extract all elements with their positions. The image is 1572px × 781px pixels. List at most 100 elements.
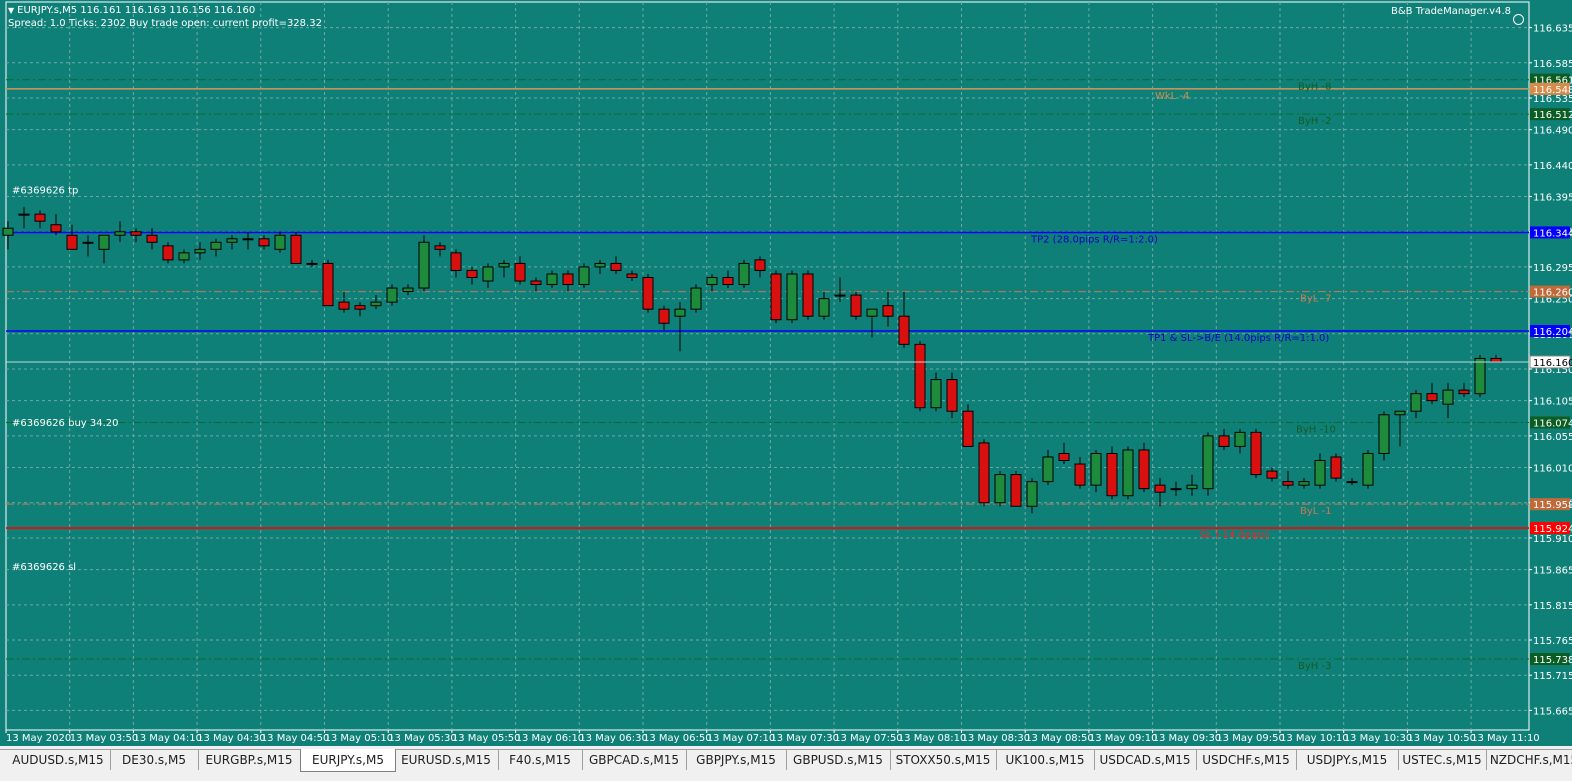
candle-bull xyxy=(1186,484,1198,490)
tab-gbpcad-s-m15[interactable]: GBPCAD.s,M15 xyxy=(582,750,687,770)
candle-bull xyxy=(706,276,718,286)
x-tick-label: 13 May 10:50 xyxy=(1407,733,1476,744)
tab-audusd-s-m15[interactable]: AUDUSD.s,M15 xyxy=(6,750,111,770)
candle-bear xyxy=(1058,452,1070,462)
ea-brand: B&B TradeManager.v4.8☺ xyxy=(1391,6,1524,25)
candle-bear xyxy=(322,262,334,307)
price-tag-label: 115.958 xyxy=(1533,500,1572,511)
candle-bear xyxy=(50,224,62,233)
candle-bull xyxy=(834,294,846,297)
x-tick-label: 13 May 09:50 xyxy=(1216,733,1285,744)
tab-eurgbp-s-m15[interactable]: EURGBP.s,M15 xyxy=(198,750,301,770)
price-tag-label: 116.548 xyxy=(1533,85,1572,96)
candle-bear xyxy=(258,238,270,247)
x-tick-label: 13 May 05:50 xyxy=(452,733,521,744)
candle-bull xyxy=(674,308,686,317)
tab-f40-s-m15[interactable]: F40.s,M15 xyxy=(498,750,583,770)
x-tick-label: 13 May 05:30 xyxy=(388,733,457,744)
candle-bull xyxy=(306,262,318,265)
level-label: SL (-14.0pips) xyxy=(1200,530,1270,541)
x-tick-label: 13 May 05:10 xyxy=(325,733,394,744)
tab-de30-s-m5[interactable]: DE30.s,M5 xyxy=(110,750,199,770)
candle-bear xyxy=(514,262,526,282)
price-chart[interactable]: 116.635116.585116.535116.490116.440116.3… xyxy=(0,0,1572,746)
candle-bull xyxy=(866,308,878,317)
y-tick-label: 115.910 xyxy=(1533,534,1572,545)
candle-bear xyxy=(802,273,814,317)
tab-usdchf-s-m15[interactable]: USDCHF.s,M15 xyxy=(1196,750,1297,770)
tab-usdjpy-s-m15[interactable]: USDJPY.s,M15 xyxy=(1296,750,1399,770)
x-tick-label: 13 May 06:30 xyxy=(579,733,648,744)
tab-nzdchf-s-m15[interactable]: NZDCHF.s,M15 xyxy=(1486,750,1572,770)
x-tick-label: 13 May 09:10 xyxy=(1089,733,1158,744)
candle-bear xyxy=(1106,452,1118,497)
candle-bear xyxy=(1282,481,1294,486)
trade-label: #6369626 sl xyxy=(12,562,76,573)
x-tick-label: 13 May 08:30 xyxy=(962,733,1031,744)
tab-ustec-s-m15[interactable]: USTEC.s,M15 xyxy=(1398,750,1487,770)
price-tag-label: 116.344 xyxy=(1533,228,1572,239)
candle-bear xyxy=(978,442,990,504)
level-label: ByH -8 xyxy=(1298,82,1331,93)
candle-bull xyxy=(1314,460,1326,486)
tab-uk100-s-m15[interactable]: UK100.s,M15 xyxy=(996,750,1095,770)
level-label: ByH -10 xyxy=(1296,424,1336,435)
chart-area[interactable]: 116.635 116.585 116.535 116.490 116.440 116.3… xyxy=(0,0,1572,746)
tab-usdcad-s-m15[interactable]: USDCAD.s,M15 xyxy=(1094,750,1197,770)
level-label: WkL -4 xyxy=(1155,91,1189,102)
candle-bear xyxy=(338,301,350,310)
candle-bull xyxy=(1394,410,1406,416)
candle-bear xyxy=(626,273,638,278)
candle-bull xyxy=(498,262,510,268)
candle-bull xyxy=(1378,414,1390,454)
chart-tabs: AUDUSD.s,M15 DE30.s,M5 EURGBP.s,M15 EURJPY.… xyxy=(0,749,1572,781)
candle-bull xyxy=(1090,452,1102,486)
candle-bull xyxy=(194,248,206,254)
candle-bear xyxy=(66,234,78,250)
tab-eurusd-s-m15[interactable]: EURUSD.s,M15 xyxy=(394,750,499,770)
status-line: Spread: 1.0 Ticks: 2302 Buy trade open: … xyxy=(8,18,322,29)
tab-gbpusd-s-m15[interactable]: GBPUSD.s,M15 xyxy=(786,750,891,770)
candle-bull xyxy=(786,273,798,321)
candle-bull xyxy=(1442,389,1454,405)
candle-bull xyxy=(1298,481,1310,486)
x-tick-label: 13 May 10:30 xyxy=(1344,733,1413,744)
x-tick-label: 13 May 10:10 xyxy=(1280,733,1349,744)
candle-bear xyxy=(1074,463,1086,486)
tab-stoxx50-s-m15[interactable]: STOXX50.s,M15 xyxy=(890,750,997,770)
y-tick-label: 115.665 xyxy=(1533,706,1572,717)
tab-eurjpy-s-m5[interactable]: EURJPY.s,M5 xyxy=(300,749,396,772)
candle-bear xyxy=(530,280,542,286)
candle-bear xyxy=(1330,456,1342,479)
x-tick-label: 13 May 04:10 xyxy=(133,733,202,744)
price-tag-label: 116.204 xyxy=(1533,327,1572,338)
price-tag-label: 115.924 xyxy=(1533,524,1572,535)
candle-bull xyxy=(242,238,254,241)
candle-bull xyxy=(386,287,398,303)
x-tick-label: 13 May 08:10 xyxy=(898,733,967,744)
candle-bear xyxy=(946,379,958,412)
candle-bull xyxy=(818,298,830,317)
candle-bull xyxy=(178,252,190,261)
candle-bear xyxy=(642,276,654,310)
y-tick-label: 116.295 xyxy=(1533,263,1572,274)
candle-bear xyxy=(658,308,670,324)
menu-triangle-icon[interactable]: ▼ xyxy=(8,4,14,17)
level-label: TP2 (28.0pips R/R=1:2.0) xyxy=(1030,234,1158,245)
candle-bull xyxy=(1170,488,1182,491)
x-tick-label: 13 May 04:30 xyxy=(197,733,266,744)
candle-bear xyxy=(1010,474,1022,507)
candle-bull xyxy=(82,241,94,244)
price-tag-label: 116.074 xyxy=(1533,418,1572,429)
smiley-icon: ☺ xyxy=(1513,14,1524,25)
candle-bull xyxy=(418,241,430,289)
candle-bull xyxy=(690,287,702,310)
candle-bull xyxy=(2,227,14,236)
candle-bear xyxy=(562,273,574,286)
y-tick-label: 115.815 xyxy=(1533,601,1572,612)
tab-gbpjpy-s-m15[interactable]: GBPJPY.s,M15 xyxy=(686,750,787,770)
price-tag-label: 116.512 xyxy=(1533,110,1572,121)
candle-bull xyxy=(210,241,222,250)
candle-bull xyxy=(546,273,558,286)
candle-bull xyxy=(930,379,942,409)
